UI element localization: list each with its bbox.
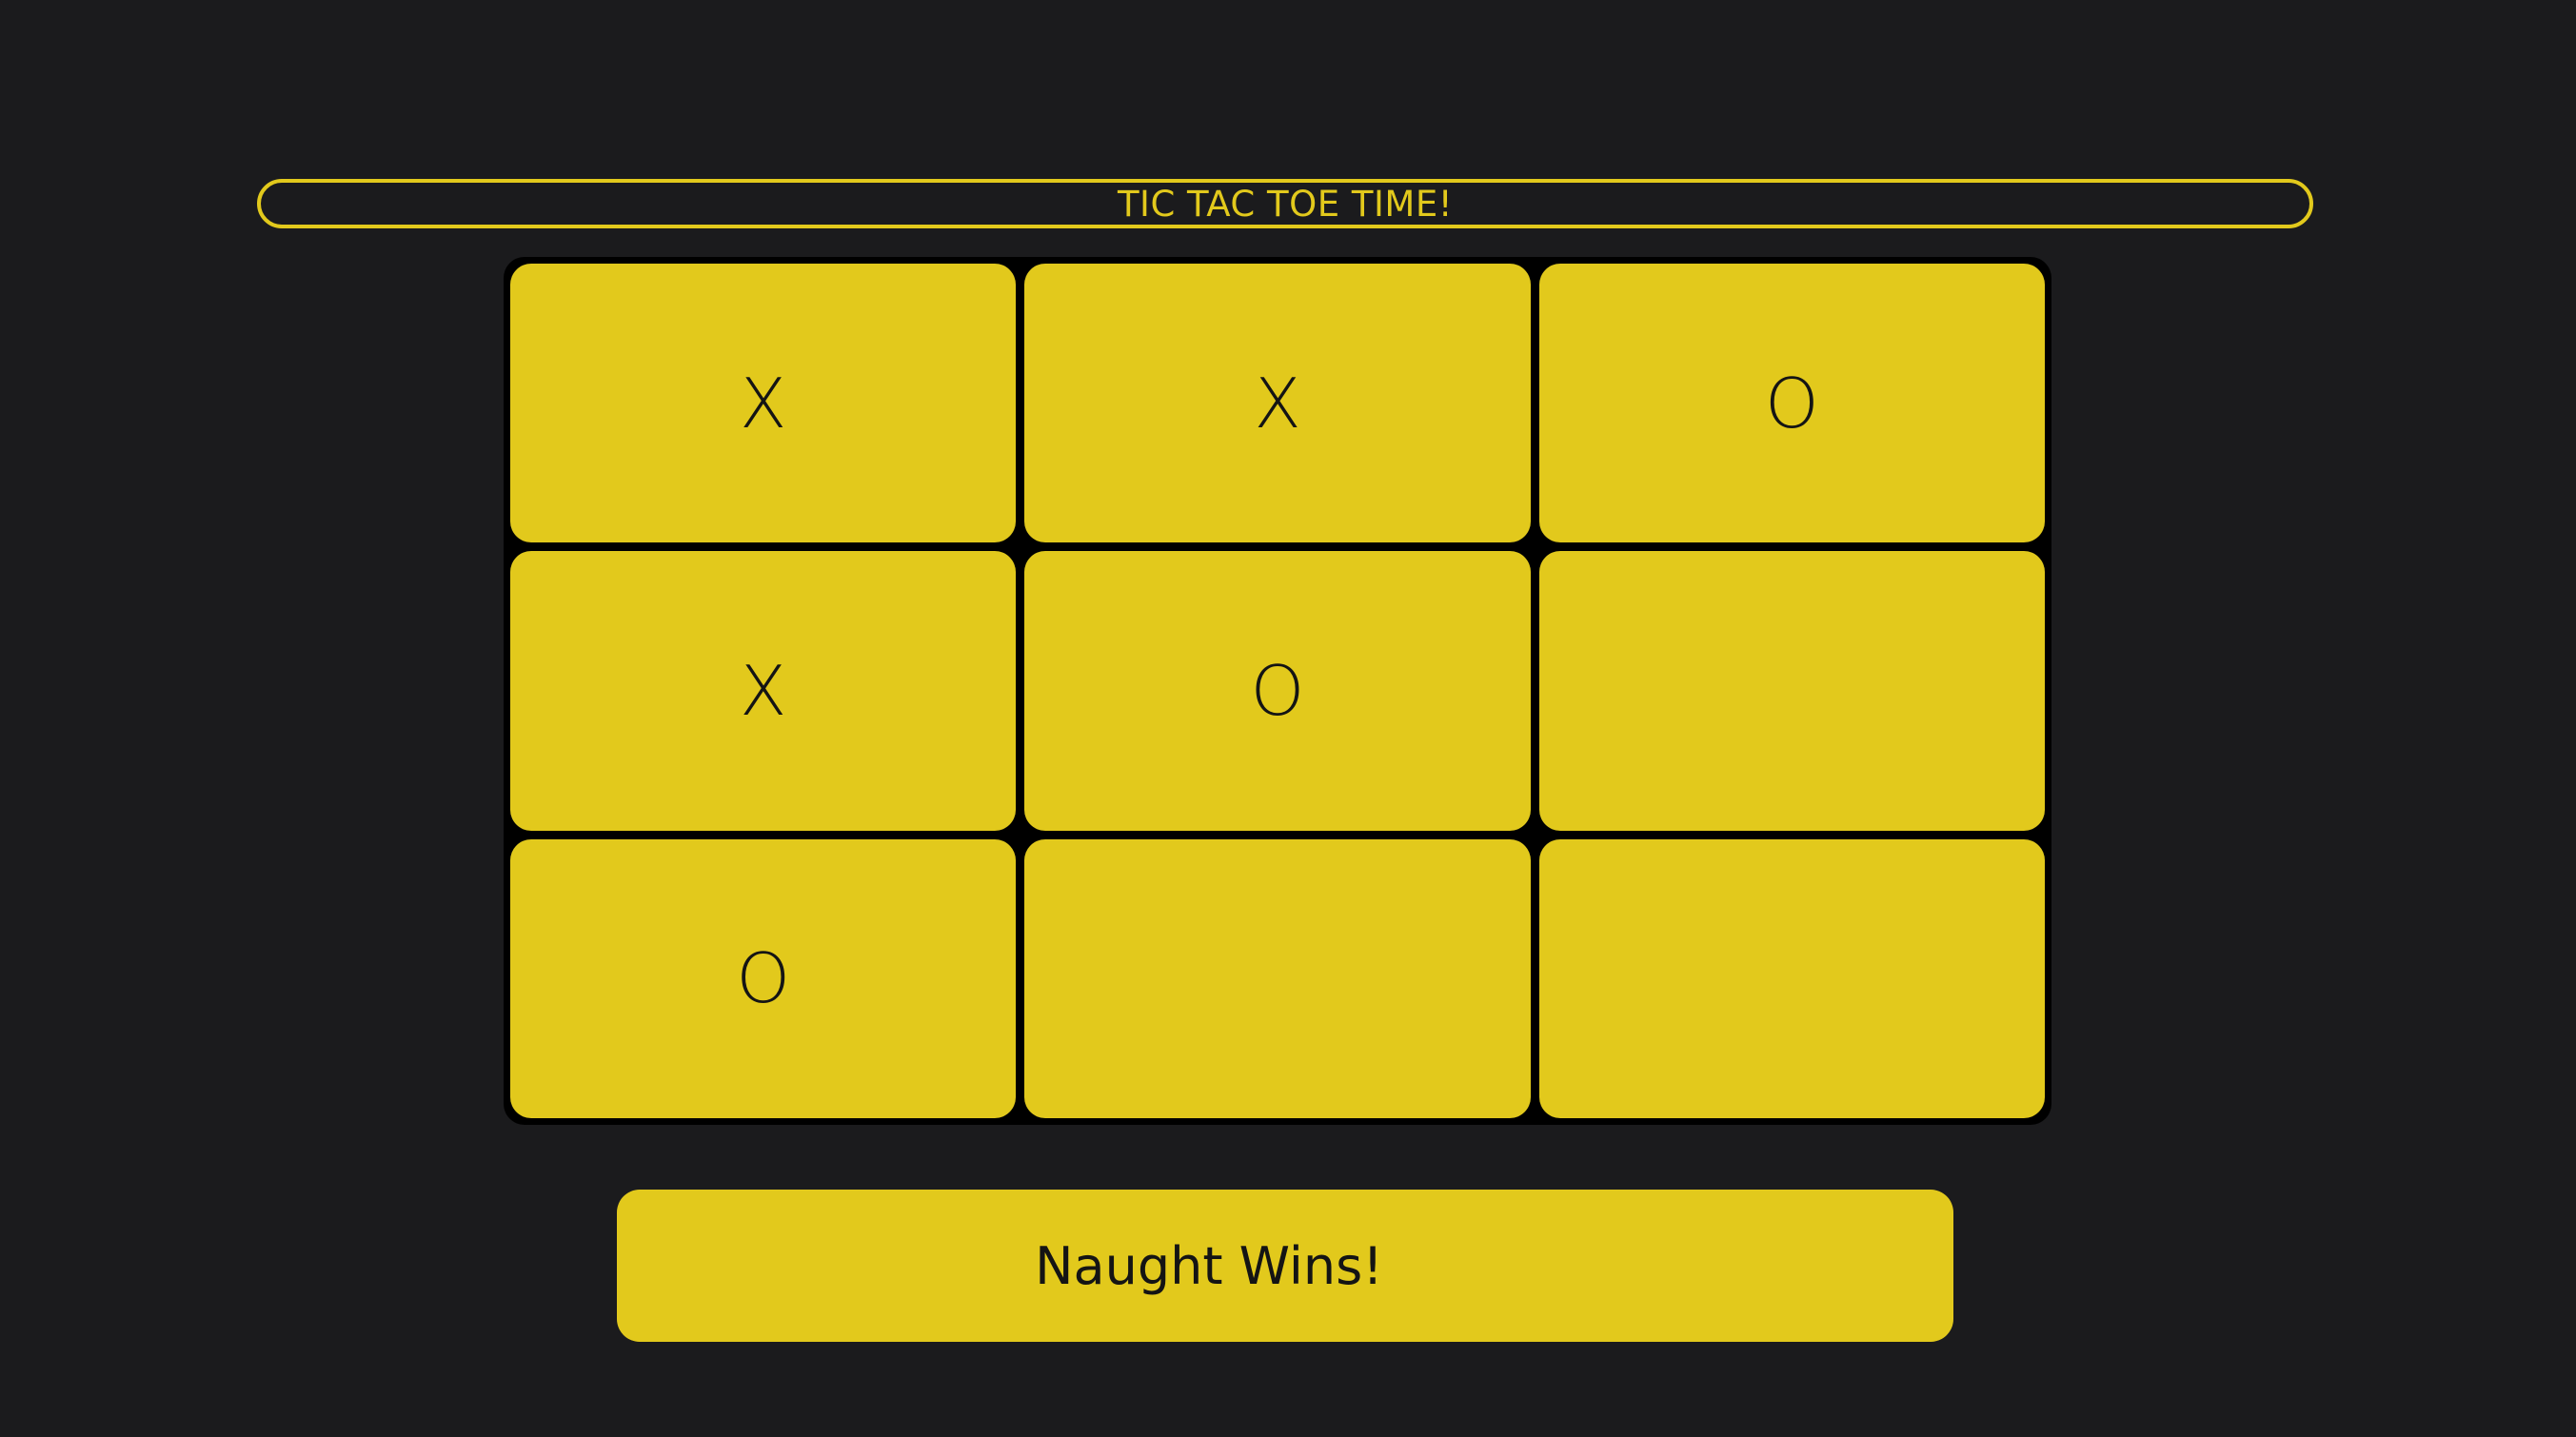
board-cell-8[interactable]: [1024, 838, 1531, 1118]
board-cell-3[interactable]: O: [1538, 264, 2045, 543]
board-cell-4[interactable]: X: [510, 551, 1017, 831]
board-cell-7[interactable]: O: [510, 838, 1017, 1118]
board-cell-9[interactable]: [1538, 838, 2045, 1118]
game-board: X X O X O O: [504, 257, 2051, 1125]
board-cell-1[interactable]: X: [510, 264, 1017, 543]
board-cell-2[interactable]: X: [1024, 264, 1531, 543]
game-title: TIC TAC TOE TIME!: [257, 179, 2313, 228]
game-page: TIC TAC TOE TIME! X X O X O O Naught Win…: [0, 0, 2576, 1437]
game-title-text: TIC TAC TOE TIME!: [1117, 183, 1454, 225]
board-cell-5[interactable]: O: [1024, 551, 1531, 831]
game-status-panel: Naught Wins!: [617, 1190, 1953, 1342]
game-status-message: Naught Wins!: [1035, 1235, 1383, 1296]
board-cell-6[interactable]: [1538, 551, 2045, 831]
